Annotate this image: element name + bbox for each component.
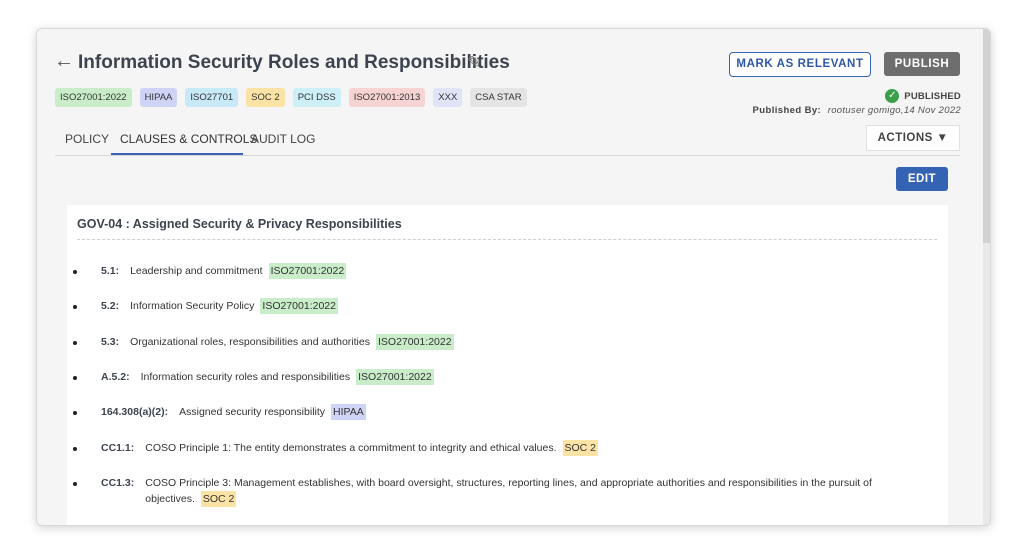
tab-clauses-controls[interactable]: CLAUSES & CONTROLS [120,132,257,146]
framework-tag: ISO27701 [185,88,239,107]
clause-tag: ISO27001:2022 [268,263,347,279]
clause-text: COSO Principle 3: Management establishes… [145,475,913,507]
bullet [73,482,77,486]
bullet [73,447,77,451]
clause-tag: HIPAA [331,404,366,420]
bullet [73,411,77,415]
pencil-icon[interactable]: ✎ [467,53,481,73]
published-by-value: rootuser gomigo,14 Nov 2022 [827,105,961,116]
framework-tag: ISO27001:2013 [348,88,426,107]
tab-policy[interactable]: POLICY [65,132,109,146]
status-text: PUBLISHED [904,90,961,102]
clause-item: CC1.1: COSO Principle 1: The entity demo… [73,440,599,456]
clause-description: Assigned security responsibility [179,406,326,418]
bullet [73,305,77,309]
clause-description: COSO Principle 1: The entity demonstrate… [145,442,557,454]
clause-text: Leadership and commitment ISO27001:2022 [130,263,347,279]
clause-code: 5.1: [101,265,120,277]
control-title: GOV-04 : Assigned Security & Privacy Res… [77,217,402,231]
published-by-label: Published By: [752,105,822,116]
control-panel: GOV-04 : Assigned Security & Privacy Res… [67,205,948,525]
mark-as-relevant-button[interactable]: MARK AS RELEVANT [729,52,871,77]
clause-item: A.5.2: Information security roles and re… [73,369,434,385]
clause-code: 5.2: [101,300,120,312]
clause-tag: SOC 2 [562,440,599,456]
clause-tag: ISO27001:2022 [356,369,434,385]
framework-tags: ISO27001:2022 HIPAA ISO27701 SOC 2 PCI D… [55,88,527,107]
clause-code: CC1.1: [101,442,135,454]
clause-code: A.5.2: [101,371,130,383]
tab-bar: POLICY CLAUSES & CONTROLS AUDIT LOG ACTI… [55,122,960,156]
clause-item: CC1.3: COSO Principle 3: Management esta… [73,477,913,507]
clause-tag: ISO27001:2022 [260,298,338,314]
framework-tag: PCI DSS [292,88,341,107]
active-tab-indicator [111,153,243,155]
check-circle-icon: ✓ [885,89,900,103]
policy-window: ← Information Security Roles and Respons… [36,28,991,526]
clause-text: Organizational roles, responsibilities a… [130,334,454,350]
clause-tag: SOC 2 [200,491,237,507]
clause-code: CC1.3: [101,477,135,489]
clause-item: 5.2: Information Security Policy ISO27001… [73,298,338,314]
framework-tag: XXX [433,88,463,107]
clause-description: Information security roles and responsib… [140,371,351,383]
clause-code: 5.3: [101,336,120,348]
page-title: Information Security Roles and Responsib… [78,52,510,73]
bullet [73,376,77,380]
tab-audit-log[interactable]: AUDIT LOG [251,132,315,146]
arrow-left-icon[interactable]: ← [54,50,74,73]
clause-description: COSO Principle 3: Management establishes… [145,477,872,505]
edit-button[interactable]: EDIT [896,167,948,191]
publish-button[interactable]: PUBLISH [884,52,960,76]
status-badge: ✓ PUBLISHED [885,89,961,103]
clause-item: 5.3: Organizational roles, responsibilit… [73,334,454,350]
scrollbar-thumb[interactable] [983,29,990,243]
clause-tag: ISO27001:2022 [375,334,454,350]
clause-text: Assigned security responsibility HIPAA [179,404,366,420]
clause-code: 164.308(a)(2): [101,406,169,418]
clause-text: Information Security Policy ISO27001:2022 [130,298,338,314]
published-by: Published By: rootuser gomigo,14 Nov 202… [753,105,961,116]
actions-dropdown[interactable]: ACTIONS ▼ [866,125,960,151]
clause-text: COSO Principle 1: The entity demonstrate… [145,440,599,456]
framework-tag: ISO27001:2022 [55,88,132,107]
bullet [73,270,77,274]
framework-tag: CSA STAR [470,88,527,107]
framework-tag: HIPAA [139,88,178,107]
bullet [73,341,77,345]
scrollbar[interactable] [983,29,990,525]
clause-text: Information security roles and responsib… [141,369,434,385]
clause-description: Organizational roles, responsibilities a… [130,336,370,348]
divider [77,239,937,240]
clause-description: Leadership and commitment [130,265,263,277]
clause-item: 5.1: Leadership and commitment ISO27001:2… [73,263,347,279]
clause-description: Information Security Policy [130,300,255,312]
clause-item: 164.308(a)(2): Assigned security respons… [73,404,366,420]
framework-tag: SOC 2 [246,88,285,107]
